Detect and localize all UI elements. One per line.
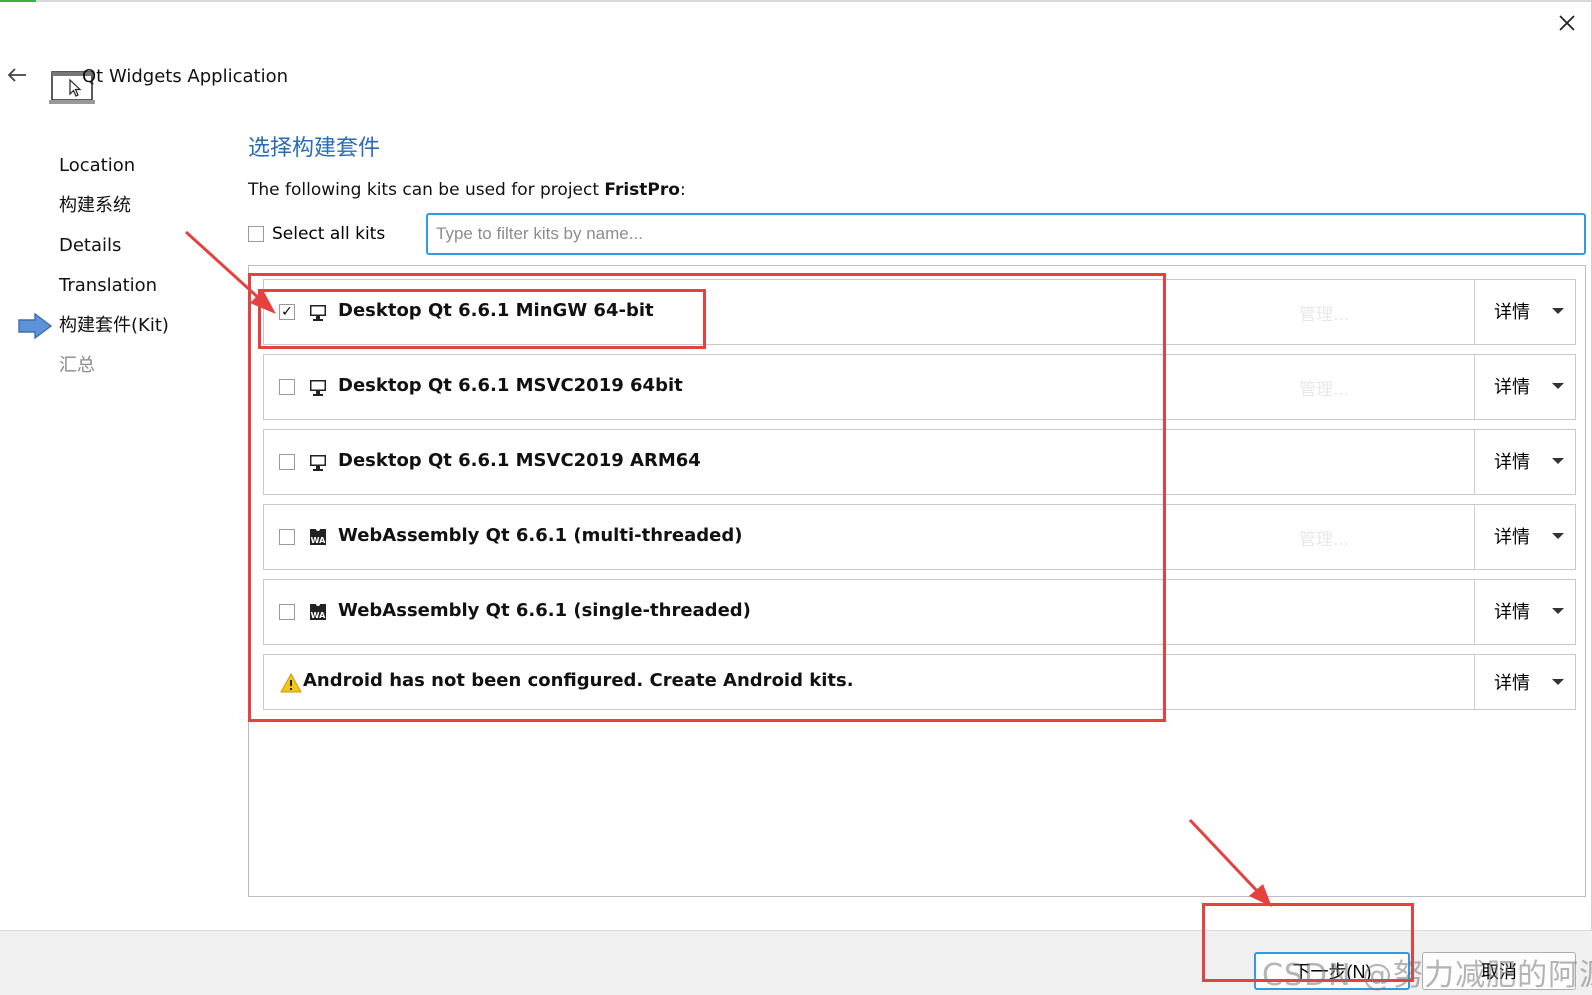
close-button[interactable] <box>1554 10 1580 36</box>
kit-checkbox[interactable] <box>279 604 295 620</box>
warning-icon <box>280 672 302 693</box>
row-separator <box>1474 505 1475 569</box>
step-summary: 汇总 <box>59 355 95 376</box>
details-label: 详情 <box>1494 302 1530 323</box>
manage-button[interactable]: 管理... <box>1299 525 1349 550</box>
details-label: 详情 <box>1494 602 1530 623</box>
kit-filter-input[interactable] <box>428 215 1584 253</box>
close-icon <box>1559 15 1575 31</box>
row-separator <box>1474 655 1475 709</box>
manage-button[interactable]: 管理... <box>1299 300 1349 325</box>
kit-name: WebAssembly Qt 6.6.1 (single-threaded) <box>338 600 751 621</box>
kit-name: Desktop Qt 6.6.1 MinGW 64-bit <box>338 300 654 321</box>
row-separator <box>1474 430 1475 494</box>
desktop-monitor-icon <box>310 380 326 396</box>
step-kits-current: 构建套件(Kit) <box>59 315 169 336</box>
chevron-down-icon <box>1552 458 1564 464</box>
cancel-button[interactable]: 取消 <box>1422 952 1576 990</box>
android-row[interactable]: Android has not been configured. Create … <box>263 654 1576 710</box>
wizard-title: Qt Widgets Application <box>82 66 289 87</box>
kit-row[interactable]: Desktop Qt 6.6.1 MSVC2019 ARM64 详情 <box>263 429 1576 495</box>
svg-text:WA: WA <box>311 611 326 620</box>
back-arrow-icon <box>7 68 26 82</box>
kit-name: Desktop Qt 6.6.1 MSVC2019 ARM64 <box>338 450 701 471</box>
details-dropdown[interactable]: 详情 <box>1494 669 1564 695</box>
manage-button[interactable]: 管理... <box>1299 375 1349 400</box>
details-label: 详情 <box>1494 377 1530 398</box>
chevron-down-icon <box>1552 533 1564 539</box>
row-separator <box>1474 580 1475 644</box>
select-all-label: Select all kits <box>272 224 386 244</box>
current-step-arrow-icon <box>18 312 53 340</box>
kit-checkbox[interactable] <box>279 379 295 395</box>
step-translation: Translation <box>59 275 158 296</box>
step-location: Location <box>59 155 136 176</box>
details-dropdown[interactable]: 详情 <box>1494 298 1564 324</box>
page-title: 选择构建套件 <box>248 136 381 161</box>
details-dropdown[interactable]: 详情 <box>1494 598 1564 624</box>
kit-row[interactable]: Desktop Qt 6.6.1 MSVC2019 64bit 管理... 详情 <box>263 354 1576 420</box>
details-dropdown[interactable]: 详情 <box>1494 523 1564 549</box>
window-top-border <box>0 0 1592 2</box>
details-dropdown[interactable]: 详情 <box>1494 448 1564 474</box>
details-label: 详情 <box>1494 527 1530 548</box>
kit-row[interactable]: ✓ Desktop Qt 6.6.1 MinGW 64-bit 管理... 详情 <box>263 279 1576 345</box>
row-separator <box>1474 355 1475 419</box>
kit-row[interactable]: WA WebAssembly Qt 6.6.1 (multi-threaded)… <box>263 504 1576 570</box>
step-details: Details <box>59 235 122 256</box>
kit-checkbox[interactable]: ✓ <box>279 304 295 320</box>
desktop-monitor-icon <box>310 305 326 321</box>
wizard-steps: Location 构建系统 Details Translation 构建套件(K… <box>59 154 169 394</box>
description-prefix: The following kits can be used for proje… <box>248 180 605 200</box>
kit-checkbox[interactable] <box>279 529 295 545</box>
svg-text:WA: WA <box>311 536 326 545</box>
description-suffix: : <box>679 180 686 200</box>
chevron-down-icon <box>1552 608 1564 614</box>
desktop-monitor-icon <box>310 455 326 471</box>
kit-name: Desktop Qt 6.6.1 MSVC2019 64bit <box>338 375 683 396</box>
kit-name: WebAssembly Qt 6.6.1 (multi-threaded) <box>338 525 743 546</box>
chevron-down-icon <box>1552 383 1564 389</box>
chevron-down-icon <box>1552 679 1564 685</box>
android-message[interactable]: Android has not been configured. Create … <box>303 670 854 691</box>
project-name: FristPro <box>604 180 680 200</box>
back-button[interactable] <box>4 62 30 88</box>
details-label: 详情 <box>1494 452 1530 473</box>
details-label: 详情 <box>1494 673 1530 694</box>
page-description: The following kits can be used for proje… <box>248 180 686 200</box>
select-all-checkbox-box[interactable] <box>248 226 264 242</box>
select-all-kits-checkbox[interactable]: Select all kits <box>248 224 385 244</box>
row-separator <box>1474 280 1475 344</box>
window-accent-line <box>0 0 36 2</box>
details-dropdown[interactable]: 详情 <box>1494 373 1564 399</box>
kit-row[interactable]: WA WebAssembly Qt 6.6.1 (single-threaded… <box>263 579 1576 645</box>
webassembly-icon: WA <box>310 529 326 545</box>
step-build-system: 构建系统 <box>59 195 131 216</box>
next-button[interactable]: 下一步(N) <box>1254 952 1410 990</box>
webassembly-icon: WA <box>310 604 326 620</box>
chevron-down-icon <box>1552 308 1564 314</box>
kit-checkbox[interactable] <box>279 454 295 470</box>
kit-filter-field[interactable] <box>426 213 1586 255</box>
